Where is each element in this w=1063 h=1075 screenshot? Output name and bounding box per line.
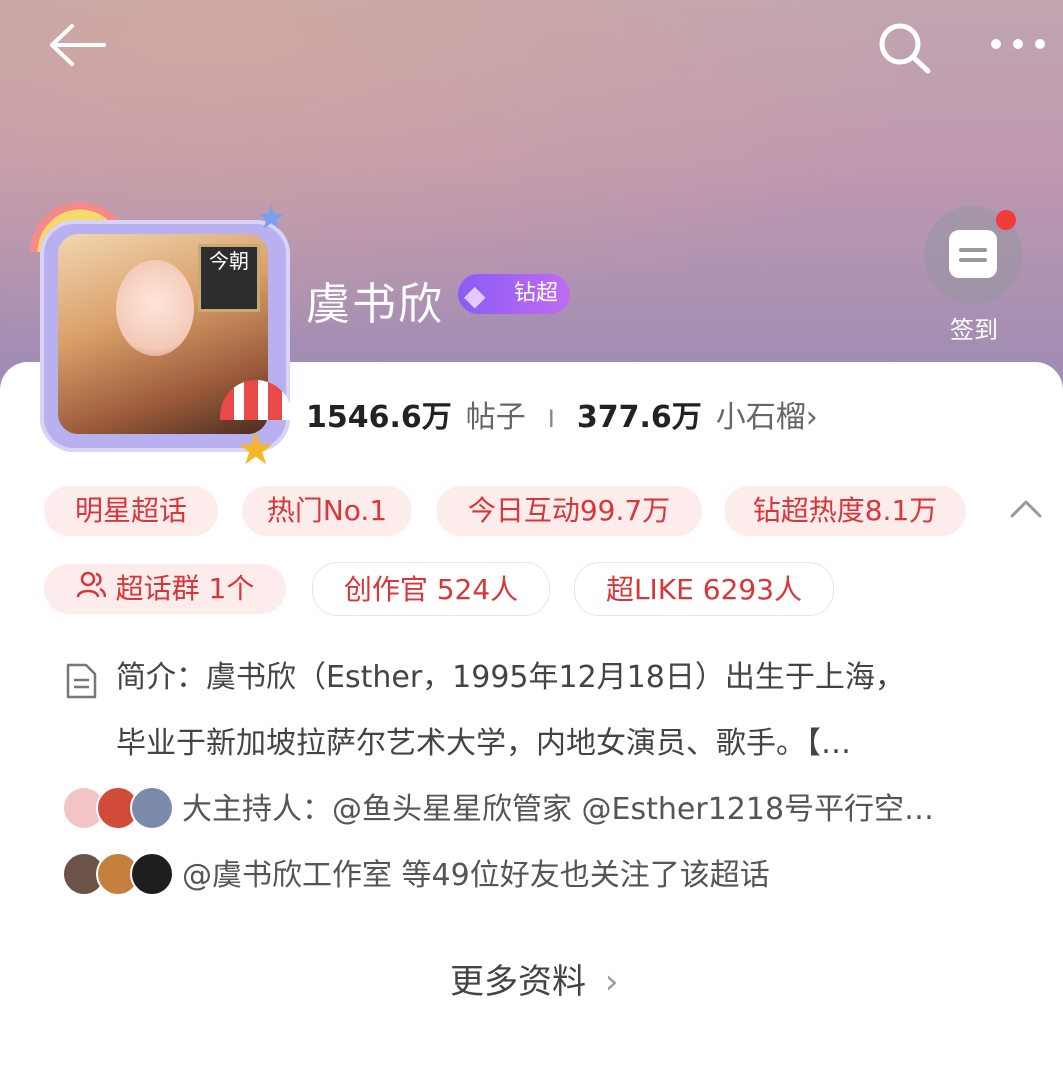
avatar-sign-text: 今朝: [198, 244, 260, 312]
group-chat-label: 超话群 1个: [115, 572, 255, 605]
topic-name: 虞书欣: [306, 279, 444, 330]
pomegranate-count: 377.6万: [576, 400, 702, 435]
calendar-icon: [924, 206, 1022, 304]
group-icon: [76, 565, 106, 615]
tag-group-chat[interactable]: 超话群 1个: [44, 564, 286, 614]
chevron-right-icon: ›: [805, 400, 818, 435]
pomegranate-link[interactable]: 小石榴›: [716, 400, 818, 435]
tag-hot-no1[interactable]: 热门No.1: [242, 486, 412, 536]
intro-line-2: 毕业于新加坡拉萨尔艺术大学，内地女演员、歌手。【…: [116, 726, 851, 761]
stats-row: 1546.6万 帖子 I 377.6万 小石榴›: [306, 392, 818, 436]
document-icon: [64, 662, 98, 700]
tag-diamond-heat[interactable]: 钻超热度8.1万: [724, 486, 966, 536]
stats-separator: I: [547, 405, 555, 433]
diamond-icon: ◆: [464, 279, 486, 312]
more-info-button[interactable]: 更多资料 ›: [450, 954, 618, 1003]
friend-avatar: [130, 852, 174, 896]
posts-label: 帖子: [465, 400, 526, 435]
diamond-super-badge[interactable]: ◆ 钻超: [458, 274, 570, 314]
posts-count: 1546.6万: [306, 400, 452, 435]
intro-line-1: 简介：虞书欣（Esther，1995年12月18日）出生于上海，: [116, 660, 905, 695]
back-arrow-icon[interactable]: [48, 22, 108, 68]
gold-star-icon: ★: [236, 424, 276, 475]
chevron-up-icon[interactable]: [1006, 494, 1046, 524]
chevron-right-icon: ›: [604, 962, 619, 1002]
friends-text: @虞书欣工作室 等49位好友也关注了该超话: [182, 858, 770, 893]
hosts-text: 大主持人：@鱼头星星欣管家 @Esther1218号平行空…: [182, 792, 935, 827]
tag-super-like[interactable]: 超LIKE 6293人: [574, 562, 834, 616]
notification-dot: [996, 210, 1016, 230]
search-icon[interactable]: [876, 20, 932, 74]
badge-label: 钻超: [513, 281, 558, 306]
tag-star-topic[interactable]: 明星超话: [44, 486, 218, 536]
checkin-button[interactable]: 签到: [924, 206, 1024, 345]
avatar[interactable]: 今朝 ★ ★: [18, 198, 303, 475]
more-options-icon[interactable]: [988, 34, 1048, 54]
host-avatar: [130, 786, 174, 830]
tag-daily-interaction[interactable]: 今日互动99.7万: [436, 486, 702, 536]
star-decoration-icon: ★: [256, 198, 287, 238]
more-info-label: 更多资料: [450, 962, 586, 1002]
tag-creators[interactable]: 创作官 524人: [312, 562, 550, 616]
pomegranate-label: 小石榴: [715, 400, 806, 435]
checkin-label: 签到: [950, 316, 998, 344]
